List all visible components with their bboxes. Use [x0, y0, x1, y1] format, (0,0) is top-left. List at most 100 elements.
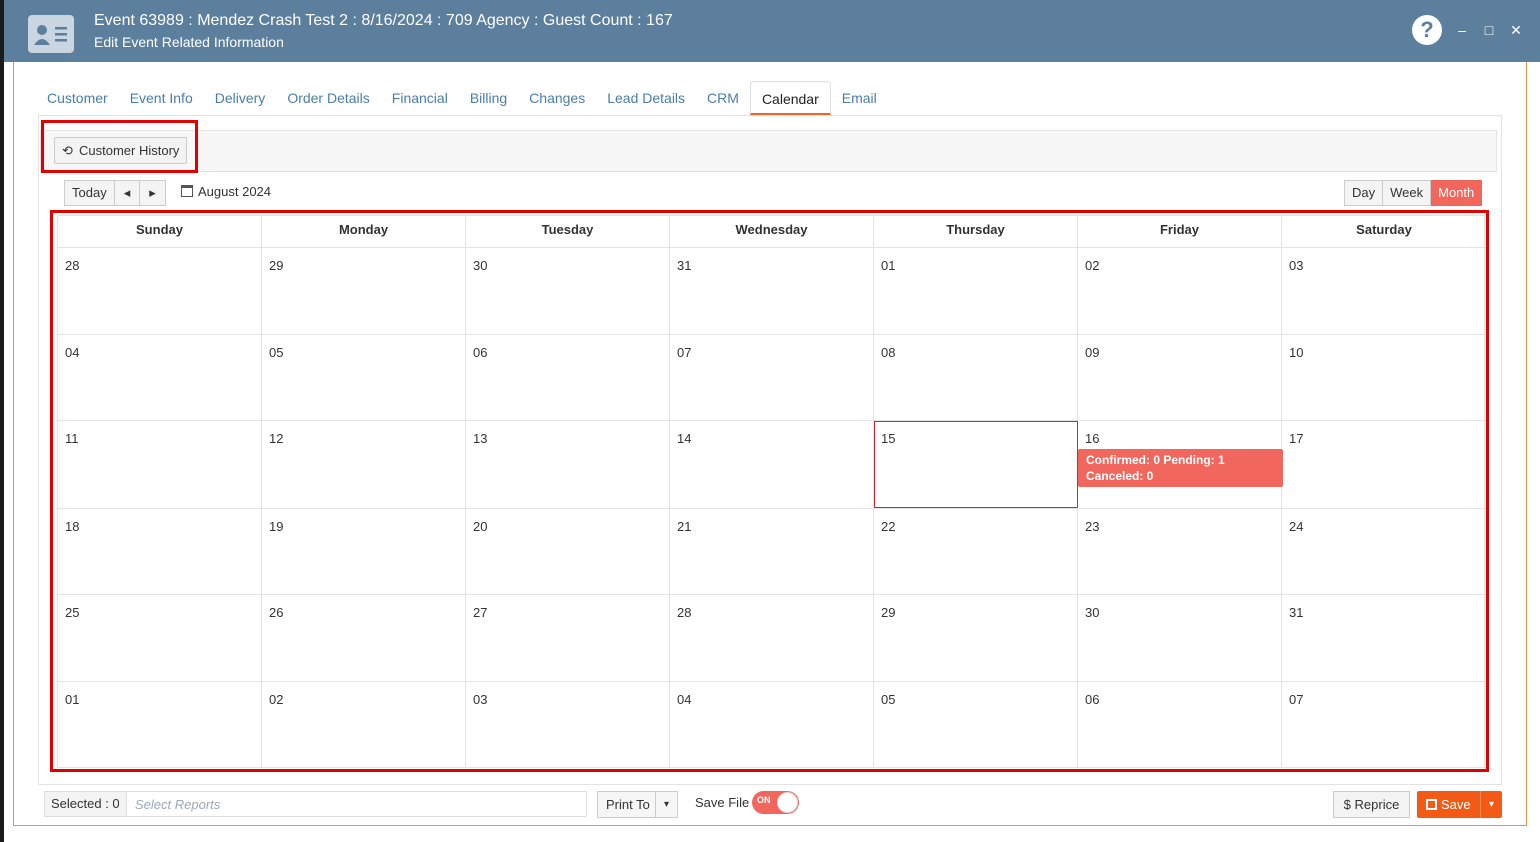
day-number: 31	[1289, 605, 1304, 620]
selected-count: Selected : 0	[45, 792, 127, 816]
tab-calendar[interactable]: Calendar	[749, 81, 831, 115]
calendar-day-cell[interactable]: 03	[466, 682, 670, 767]
dow-wednesday: Wednesday	[670, 216, 874, 248]
month-calendar: Sunday Monday Tuesday Wednesday Thursday…	[57, 215, 1486, 768]
calendar-day-cell[interactable]: 31	[670, 248, 874, 334]
day-number: 19	[269, 519, 284, 534]
view-week-button[interactable]: Week	[1383, 180, 1432, 206]
prev-month-button[interactable]: ◂	[114, 180, 141, 206]
report-selector: Selected : 0	[44, 791, 587, 817]
calendar-nav: Today ◂ ▸	[64, 180, 166, 206]
chevron-down-icon[interactable]: ▾	[1480, 791, 1502, 818]
tab-lead-details[interactable]: Lead Details	[596, 81, 696, 115]
next-month-button[interactable]: ▸	[140, 180, 166, 206]
dow-monday: Monday	[262, 216, 466, 248]
close-button[interactable]: ✕	[1507, 20, 1525, 40]
day-number: 17	[1289, 431, 1304, 446]
calendar-day-cell[interactable]: 10	[1282, 335, 1486, 420]
calendar-day-cell[interactable]: 12	[262, 421, 466, 508]
day-number: 13	[473, 431, 488, 446]
select-reports-input[interactable]	[129, 792, 585, 816]
tab-changes[interactable]: Changes	[518, 81, 596, 115]
calendar-day-cell[interactable]: 18	[58, 509, 262, 594]
calendar-day-cell[interactable]: 30	[1078, 595, 1282, 681]
day-number: 03	[1289, 258, 1304, 273]
calendar-day-cell[interactable]: 14	[670, 421, 874, 508]
day-number: 06	[1085, 692, 1100, 707]
calendar-day-cell[interactable]: 05	[262, 335, 466, 420]
calendar-day-cell[interactable]: 21	[670, 509, 874, 594]
calendar-day-cell[interactable]: 02	[1078, 248, 1282, 334]
day-number: 24	[1289, 519, 1304, 534]
day-number: 09	[1085, 345, 1100, 360]
reprice-button[interactable]: $ Reprice	[1333, 791, 1410, 818]
calendar-day-cell[interactable]: 06	[1078, 682, 1282, 767]
minimize-button[interactable]: –	[1453, 20, 1471, 40]
tab-delivery[interactable]: Delivery	[204, 81, 277, 115]
calendar-day-cell[interactable]: 16 Confirmed: 0 Pending: 1 Canceled: 0	[1078, 421, 1283, 508]
calendar-day-cell[interactable]: 29	[874, 595, 1078, 681]
tab-billing[interactable]: Billing	[459, 81, 518, 115]
today-button[interactable]: Today	[64, 180, 115, 206]
tab-crm[interactable]: CRM	[696, 81, 750, 115]
save-button[interactable]: Save ▾	[1417, 791, 1502, 818]
print-to-button[interactable]: Print To ▾	[597, 791, 678, 818]
calendar-day-cell[interactable]: 26	[262, 595, 466, 681]
day-number: 21	[677, 519, 692, 534]
day-number: 02	[269, 692, 284, 707]
day-number: 05	[881, 692, 896, 707]
customer-history-button[interactable]: ⟲ Customer History	[54, 137, 187, 164]
calendar-day-cell[interactable]: 07	[1282, 682, 1486, 767]
calendar-day-cell[interactable]: 20	[466, 509, 670, 594]
tab-email[interactable]: Email	[831, 81, 888, 115]
calendar-day-cell[interactable]: 09	[1078, 335, 1282, 420]
tab-financial[interactable]: Financial	[381, 81, 459, 115]
calendar-day-cell[interactable]: 05	[874, 682, 1078, 767]
calendar-day-cell[interactable]: 07	[670, 335, 874, 420]
day-number: 04	[677, 692, 692, 707]
dow-tuesday: Tuesday	[466, 216, 670, 248]
day-number: 15	[881, 431, 896, 446]
chevron-down-icon[interactable]: ▾	[655, 792, 677, 817]
calendar-day-cell[interactable]: 31	[1282, 595, 1486, 681]
view-day-button[interactable]: Day	[1344, 180, 1384, 206]
calendar-day-cell[interactable]: 06	[466, 335, 670, 420]
save-file-toggle[interactable]: ON	[752, 791, 799, 814]
calendar-day-cell[interactable]: 28	[58, 248, 262, 334]
calendar-day-cell[interactable]: 22	[874, 509, 1078, 594]
day-number: 03	[473, 692, 488, 707]
calendar-day-cell[interactable]: 24	[1282, 509, 1486, 594]
view-month-button[interactable]: Month	[1431, 180, 1483, 206]
event-summary[interactable]: Confirmed: 0 Pending: 1 Canceled: 0	[1078, 449, 1283, 487]
help-icon[interactable]: ?	[1412, 15, 1442, 45]
calendar-day-cell[interactable]: 28	[670, 595, 874, 681]
calendar-day-cell[interactable]: 27	[466, 595, 670, 681]
day-number: 18	[65, 519, 80, 534]
day-number: 26	[269, 605, 284, 620]
maximize-button[interactable]: □	[1480, 20, 1498, 40]
days-of-week-header: Sunday Monday Tuesday Wednesday Thursday…	[58, 216, 1486, 248]
calendar-day-cell[interactable]: 19	[262, 509, 466, 594]
calendar-day-cell[interactable]: 11	[58, 421, 262, 508]
calendar-day-cell[interactable]: 13	[466, 421, 670, 508]
calendar-day-cell[interactable]: 08	[874, 335, 1078, 420]
calendar-day-cell[interactable]: 04	[670, 682, 874, 767]
calendar-day-cell[interactable]: 23	[1078, 509, 1282, 594]
calendar-day-cell[interactable]: 04	[58, 335, 262, 420]
calendar-day-cell-today[interactable]: 15	[874, 421, 1078, 508]
calendar-day-cell[interactable]: 01	[874, 248, 1078, 334]
calendar-day-cell[interactable]: 25	[58, 595, 262, 681]
calendar-day-cell[interactable]: 03	[1282, 248, 1486, 334]
tab-customer[interactable]: Customer	[36, 81, 119, 115]
calendar-day-cell[interactable]: 29	[262, 248, 466, 334]
day-number: 23	[1085, 519, 1100, 534]
day-number: 28	[65, 258, 80, 273]
day-number: 04	[65, 345, 80, 360]
tab-event-info[interactable]: Event Info	[119, 81, 204, 115]
tab-order-details[interactable]: Order Details	[276, 81, 380, 115]
calendar-day-cell[interactable]: 01	[58, 682, 262, 767]
calendar-day-cell[interactable]: 02	[262, 682, 466, 767]
day-number: 30	[473, 258, 488, 273]
calendar-day-cell[interactable]: 17	[1282, 421, 1486, 508]
calendar-day-cell[interactable]: 30	[466, 248, 670, 334]
